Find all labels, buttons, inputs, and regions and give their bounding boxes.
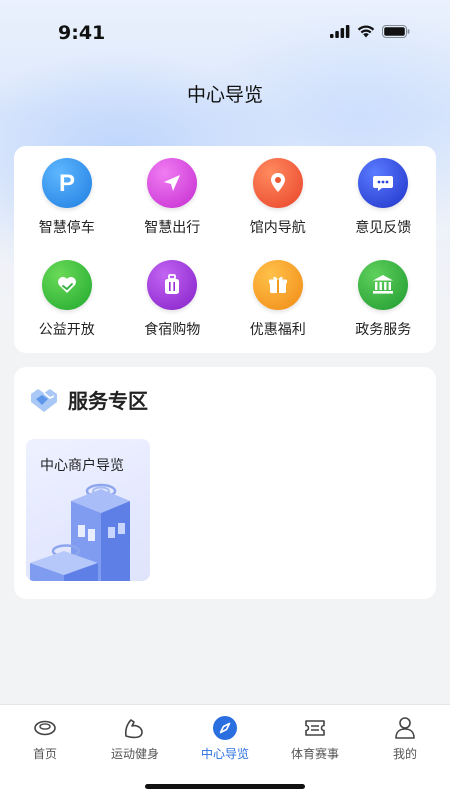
heart-hand-icon bbox=[41, 260, 92, 310]
tab-home[interactable]: 首页 bbox=[0, 705, 90, 762]
government-building-icon bbox=[358, 260, 409, 310]
grid-item-label: 公益开放 bbox=[38, 322, 95, 338]
parking-icon: P bbox=[41, 158, 92, 208]
grid-item-label: 政务服务 bbox=[355, 322, 412, 338]
profile-icon bbox=[391, 714, 419, 742]
navigation-arrow-icon bbox=[147, 158, 198, 208]
tab-fitness[interactable]: 运动健身 bbox=[90, 705, 180, 762]
home-indicator bbox=[145, 784, 305, 789]
function-grid: P 智慧停车 智慧出行 馆内导航 意见反馈 公益开放 食宿购物 优惠福利 政务服… bbox=[14, 146, 436, 362]
grid-item-lodging-shopping[interactable]: 食宿购物 bbox=[120, 260, 226, 362]
status-bar: 9:41 bbox=[0, 0, 450, 60]
grid-item-smart-parking[interactable]: P 智慧停车 bbox=[14, 158, 120, 260]
wifi-icon bbox=[357, 25, 375, 38]
grid-item-label: 智慧出行 bbox=[144, 220, 201, 236]
tab-profile[interactable]: 我的 bbox=[360, 705, 450, 762]
gift-icon bbox=[252, 260, 303, 310]
grid-item-label: 优惠福利 bbox=[249, 322, 306, 338]
svg-text:P: P bbox=[59, 170, 75, 197]
fitness-arm-icon bbox=[121, 714, 149, 742]
grid-item-public-welfare[interactable]: 公益开放 bbox=[14, 260, 120, 362]
building-illustration-icon bbox=[30, 483, 130, 581]
page-title: 中心导览 bbox=[186, 84, 263, 106]
grid-item-label: 食宿购物 bbox=[144, 322, 201, 338]
grid-item-government-service[interactable]: 政务服务 bbox=[331, 260, 437, 362]
chat-bubble-icon bbox=[358, 158, 409, 208]
service-zone-header: 服务专区 bbox=[28, 385, 148, 414]
handshake-icon bbox=[31, 388, 57, 412]
ticket-icon bbox=[301, 714, 329, 742]
grid-item-label: 馆内导航 bbox=[249, 220, 306, 236]
merchant-guide-tile[interactable]: 中心商户导览 bbox=[26, 439, 150, 581]
home-stadium-icon bbox=[31, 714, 59, 742]
service-zone-card: 服务专区 中心商户导览 bbox=[14, 367, 436, 599]
battery-icon bbox=[382, 25, 410, 38]
cellular-signal-icon bbox=[330, 25, 350, 38]
grid-item-label: 意见反馈 bbox=[355, 220, 412, 236]
tab-label: 运动健身 bbox=[110, 747, 159, 761]
status-icons bbox=[330, 25, 410, 38]
luggage-icon bbox=[147, 260, 198, 310]
tab-label: 中心导览 bbox=[200, 747, 249, 761]
grid-item-smart-travel[interactable]: 智慧出行 bbox=[120, 158, 226, 260]
grid-item-feedback[interactable]: 意见反馈 bbox=[331, 158, 437, 260]
grid-item-discounts[interactable]: 优惠福利 bbox=[225, 260, 331, 362]
tab-label: 体育赛事 bbox=[290, 747, 339, 761]
grid-item-indoor-navigation[interactable]: 馆内导航 bbox=[225, 158, 331, 260]
status-time: 9:41 bbox=[58, 22, 106, 44]
service-zone-title: 服务专区 bbox=[68, 389, 148, 413]
tab-label: 我的 bbox=[392, 747, 417, 761]
function-grid-card: P 智慧停车 智慧出行 馆内导航 意见反馈 公益开放 食宿购物 优惠福利 政务服… bbox=[14, 146, 436, 353]
tab-label: 首页 bbox=[32, 747, 57, 761]
tab-center-guide[interactable]: 中心导览 bbox=[180, 705, 270, 762]
compass-icon bbox=[211, 714, 239, 742]
tab-sports-events[interactable]: 体育赛事 bbox=[270, 705, 360, 762]
grid-item-label: 智慧停车 bbox=[38, 220, 95, 236]
location-pin-icon bbox=[252, 158, 303, 208]
